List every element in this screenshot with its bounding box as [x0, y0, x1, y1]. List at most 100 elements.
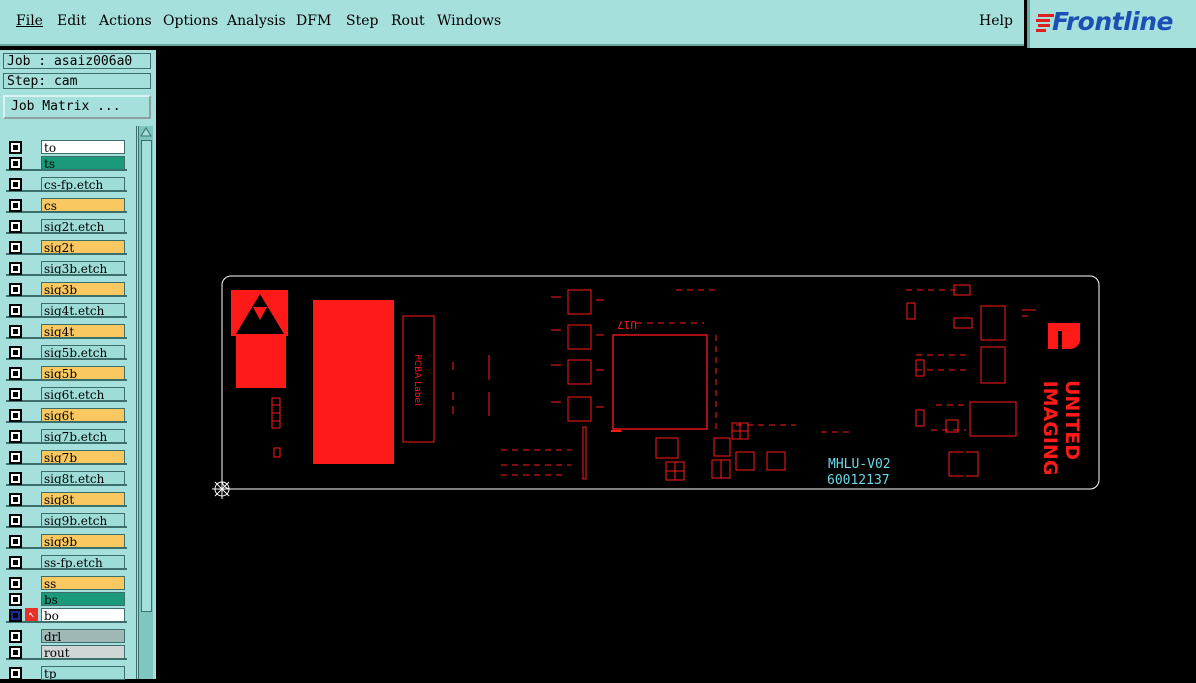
layer-checkbox[interactable]	[9, 367, 22, 380]
scroll-up-arrow-icon[interactable]	[140, 126, 152, 138]
layer-row[interactable]: cs-fp.etch	[6, 176, 127, 192]
layer-row[interactable]: drl	[6, 628, 127, 644]
layer-checkbox[interactable]	[9, 646, 22, 659]
label-pad	[313, 300, 394, 464]
layer-checkbox[interactable]	[9, 199, 22, 212]
layer-row[interactable]: bs	[6, 591, 127, 607]
layer-row[interactable]: sig9b.etch	[6, 512, 127, 528]
scroll-thumb[interactable]	[141, 140, 152, 612]
layer-row[interactable]: sig4t	[6, 323, 127, 339]
menu-file[interactable]: File	[16, 13, 43, 29]
layer-row[interactable]: ss	[6, 575, 127, 591]
signal-marks-center	[501, 289, 971, 476]
layer-name-sig4t-etch[interactable]: sig4t.etch	[41, 303, 125, 317]
layer-row[interactable]: sig7b.etch	[6, 428, 127, 444]
layer-checkbox[interactable]	[9, 157, 22, 170]
layer-row[interactable]: sig7b	[6, 449, 127, 465]
layer-name-sig8t-etch[interactable]: sig8t.etch	[41, 471, 125, 485]
layer-checkbox[interactable]	[9, 220, 22, 233]
layer-checkbox[interactable]	[9, 262, 22, 275]
layer-name-sig6t-etch[interactable]: sig6t.etch	[41, 387, 125, 401]
job-matrix-button[interactable]: Job Matrix ...	[3, 95, 151, 119]
layer-name-sig9b[interactable]: sig9b	[41, 534, 125, 548]
layer-checkbox[interactable]	[9, 325, 22, 338]
layer-name-cs-fp-etch[interactable]: cs-fp.etch	[41, 177, 125, 191]
layer-checkbox[interactable]	[9, 141, 22, 154]
layer-row[interactable]: cs	[6, 197, 127, 213]
layer-name-sig5b-etch[interactable]: sig5b.etch	[41, 345, 125, 359]
layer-checkbox[interactable]	[9, 577, 22, 590]
layer-row[interactable]: to	[6, 139, 127, 155]
menu-dfm[interactable]: DFM	[296, 13, 331, 29]
layer-name-ts[interactable]: ts	[41, 156, 125, 170]
layer-name-sig3b-etch[interactable]: sig3b.etch	[41, 261, 125, 275]
step-label: Step: cam	[3, 73, 151, 89]
layer-checkbox[interactable]	[9, 493, 22, 506]
layer-checkbox[interactable]	[9, 514, 22, 527]
layer-checkbox[interactable]	[9, 667, 22, 680]
layer-name-ss-fp-etch[interactable]: ss-fp.etch	[41, 555, 125, 569]
layer-row[interactable]: ts	[6, 155, 127, 171]
layer-name-sig4t[interactable]: sig4t	[41, 324, 125, 338]
layer-checkbox[interactable]	[9, 451, 22, 464]
layer-name-cs[interactable]: cs	[41, 198, 125, 212]
layer-name-sig2t[interactable]: sig2t	[41, 240, 125, 254]
layer-checkbox[interactable]	[9, 472, 22, 485]
layer-row[interactable]: sig5b	[6, 365, 127, 381]
layer-checkbox[interactable]	[9, 241, 22, 254]
layer-row[interactable]: sig6t.etch	[6, 386, 127, 402]
layer-name-sig3b[interactable]: sig3b	[41, 282, 125, 296]
layer-row[interactable]: sig9b	[6, 533, 127, 549]
layer-row[interactable]: sig8t.etch	[6, 470, 127, 486]
menu-actions[interactable]: Actions	[99, 13, 152, 29]
layer-checkbox[interactable]	[9, 593, 22, 606]
layer-name-sig2t-etch[interactable]: sig2t.etch	[41, 219, 125, 233]
menu-options[interactable]: Options	[163, 13, 218, 29]
layer-checkbox[interactable]	[9, 178, 22, 191]
layer-row[interactable]: sig2t.etch	[6, 218, 127, 234]
layer-row[interactable]: sig5b.etch	[6, 344, 127, 360]
layer-checkbox[interactable]	[9, 346, 22, 359]
layer-row[interactable]: sig3b.etch	[6, 260, 127, 276]
menu-edit[interactable]: Edit	[57, 13, 86, 29]
layer-row[interactable]: sig8t	[6, 491, 127, 507]
layer-checkbox[interactable]	[9, 630, 22, 643]
layer-row[interactable]: rout	[6, 644, 127, 660]
layer-row[interactable]: ss-fp.etch	[6, 554, 127, 570]
layer-checkbox[interactable]	[9, 283, 22, 296]
layer-name-sig6t[interactable]: sig6t	[41, 408, 125, 422]
layer-name-ss[interactable]: ss	[41, 576, 125, 590]
layer-name-rout[interactable]: rout	[41, 645, 125, 659]
layer-list-scrollbar[interactable]	[138, 126, 153, 679]
layer-name-to[interactable]: to	[41, 140, 125, 154]
menu-windows[interactable]: Windows	[437, 13, 501, 29]
layer-name-tp[interactable]: tp	[41, 666, 125, 680]
menu-bar: File Edit Actions Options Analysis DFM S…	[0, 0, 1024, 46]
layer-checkbox[interactable]	[9, 409, 22, 422]
layer-name-sig8t[interactable]: sig8t	[41, 492, 125, 506]
layer-name-sig7b[interactable]: sig7b	[41, 450, 125, 464]
layer-row[interactable]: ↖ bo	[6, 607, 127, 623]
layer-name-sig5b[interactable]: sig5b	[41, 366, 125, 380]
menu-analysis[interactable]: Analysis	[227, 13, 286, 29]
layer-row[interactable]: sig6t	[6, 407, 127, 423]
layer-checkbox[interactable]	[9, 304, 22, 317]
layer-checkbox[interactable]	[9, 430, 22, 443]
graphic-canvas[interactable]: PCBA Label U17 MHLU-V02 60012137 UNITED …	[156, 50, 1196, 679]
layer-name-bo[interactable]: bo	[41, 608, 125, 622]
pcb-view[interactable]: PCBA Label U17 MHLU-V02 60012137 UNITED …	[156, 50, 1196, 679]
layer-checkbox[interactable]	[9, 388, 22, 401]
menu-help[interactable]: Help	[979, 13, 1013, 29]
layer-name-sig9b-etch[interactable]: sig9b.etch	[41, 513, 125, 527]
layer-name-drl[interactable]: drl	[41, 629, 125, 643]
layer-checkbox[interactable]	[9, 556, 22, 569]
layer-name-sig7b-etch[interactable]: sig7b.etch	[41, 429, 125, 443]
layer-checkbox[interactable]	[9, 535, 22, 548]
layer-checkbox[interactable]	[9, 609, 22, 622]
layer-row[interactable]: sig3b	[6, 281, 127, 297]
layer-row[interactable]: sig4t.etch	[6, 302, 127, 318]
menu-step[interactable]: Step	[346, 13, 378, 29]
layer-name-bs[interactable]: bs	[41, 592, 125, 606]
menu-rout[interactable]: Rout	[391, 13, 425, 29]
layer-row[interactable]: sig2t	[6, 239, 127, 255]
